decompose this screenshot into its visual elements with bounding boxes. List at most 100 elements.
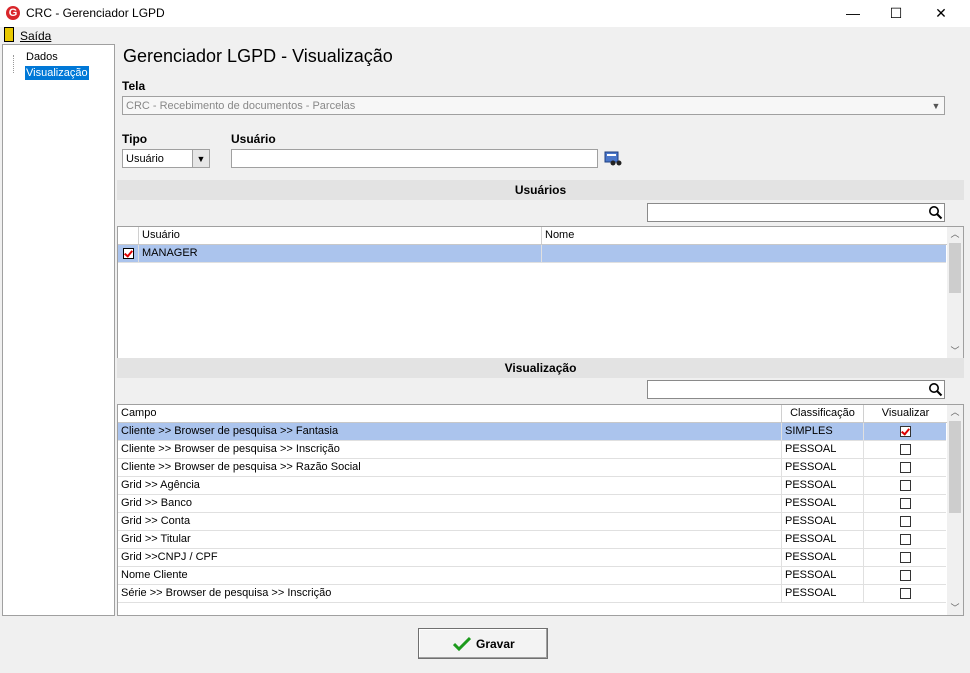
cell-classificacao: PESSOAL [782, 585, 864, 602]
exit-door-icon [4, 27, 14, 42]
table-row[interactable]: Grid >> Banco PESSOAL [118, 495, 946, 513]
usuario-input[interactable] [231, 149, 598, 168]
cell-visualizar [864, 441, 946, 458]
visualizar-checkbox[interactable] [900, 570, 911, 581]
tree-connector [13, 55, 24, 73]
tipo-select[interactable]: Usuário ▼ [122, 149, 210, 168]
cell-visualizar [864, 585, 946, 602]
visualizar-checkbox[interactable] [900, 444, 911, 455]
cell-visualizar [864, 459, 946, 476]
column-header-nome[interactable]: Nome [542, 227, 947, 244]
tela-select[interactable]: CRC - Recebimento de documentos - Parcel… [122, 96, 945, 115]
view-scrollbar[interactable]: ︿ ﹀ [947, 405, 963, 615]
cell-visualizar [864, 477, 946, 494]
users-section-header: Usuários [117, 180, 964, 200]
table-row[interactable]: Nome Cliente PESSOAL [118, 567, 946, 585]
save-button-label: Gravar [476, 637, 515, 651]
column-header-usuario[interactable]: Usuário [139, 227, 542, 244]
table-row[interactable]: Série >> Browser de pesquisa >> Inscriçã… [118, 585, 946, 603]
cell-campo: Grid >> Titular [118, 531, 782, 548]
cell-classificacao: PESSOAL [782, 549, 864, 566]
cell-visualizar [864, 549, 946, 566]
row-checkbox-cell [118, 245, 139, 262]
search-icon[interactable] [928, 205, 943, 220]
usuario-label: Usuário [231, 132, 276, 146]
scroll-up-icon[interactable]: ︿ [947, 405, 963, 419]
cell-campo: Cliente >> Browser de pesquisa >> Razão … [118, 459, 782, 476]
binoculars-search-icon[interactable] [604, 151, 622, 167]
menu-bar [0, 27, 970, 44]
cell-usuario: MANAGER [139, 245, 542, 262]
scroll-thumb[interactable] [949, 421, 961, 513]
users-grid: Usuário Nome MANAGER ︿ ﹀ [117, 226, 964, 359]
visualizar-checkbox[interactable] [900, 498, 911, 509]
cell-classificacao: PESSOAL [782, 531, 864, 548]
table-row[interactable]: MANAGER [118, 245, 946, 263]
visualizar-checkbox[interactable] [900, 462, 911, 473]
save-button[interactable]: Gravar [418, 628, 548, 659]
view-grid: Campo Classificação Visualizar Cliente >… [117, 404, 964, 616]
cell-campo: Grid >>CNPJ / CPF [118, 549, 782, 566]
table-row[interactable]: Grid >> Conta PESSOAL [118, 513, 946, 531]
scroll-thumb[interactable] [949, 243, 961, 293]
cell-campo: Cliente >> Browser de pesquisa >> Fantas… [118, 423, 782, 440]
menu-exit[interactable]: Saída [20, 29, 51, 43]
checkmark-icon [453, 636, 471, 652]
close-button[interactable]: ✕ [918, 0, 964, 27]
visualizar-checkbox[interactable] [900, 480, 911, 491]
visualizar-checkbox[interactable] [900, 588, 911, 599]
tela-value: CRC - Recebimento de documentos - Parcel… [126, 100, 356, 112]
tipo-value: Usuário [126, 153, 164, 165]
cell-nome [542, 245, 946, 262]
cell-campo: Cliente >> Browser de pesquisa >> Inscri… [118, 441, 782, 458]
visualizar-checkbox[interactable] [900, 552, 911, 563]
view-grid-header: Campo Classificação Visualizar [118, 405, 947, 423]
visualizar-checkbox[interactable] [900, 426, 911, 437]
users-scrollbar[interactable]: ︿ ﹀ [947, 227, 963, 358]
cell-campo: Grid >> Conta [118, 513, 782, 530]
users-search-input[interactable] [647, 203, 945, 222]
column-header-classificacao[interactable]: Classificação [782, 405, 864, 422]
table-row[interactable]: Cliente >> Browser de pesquisa >> Fantas… [118, 423, 946, 441]
visualizar-checkbox[interactable] [900, 516, 911, 527]
cell-campo: Série >> Browser de pesquisa >> Inscriçã… [118, 585, 782, 602]
cell-classificacao: SIMPLES [782, 423, 864, 440]
cell-campo: Grid >> Agência [118, 477, 782, 494]
minimize-button[interactable]: — [830, 0, 876, 27]
visualizar-checkbox[interactable] [900, 534, 911, 545]
maximize-button[interactable]: ☐ [873, 0, 919, 27]
tree-item-dados[interactable]: Dados [25, 50, 59, 64]
cell-classificacao: PESSOAL [782, 459, 864, 476]
users-grid-header: Usuário Nome [118, 227, 947, 245]
page-title: Gerenciador LGPD - Visualização [123, 46, 393, 66]
table-row[interactable]: Grid >> Agência PESSOAL [118, 477, 946, 495]
table-row[interactable]: Cliente >> Browser de pesquisa >> Razão … [118, 459, 946, 477]
scroll-down-icon[interactable]: ﹀ [947, 601, 963, 615]
tela-label: Tela [122, 79, 146, 93]
cell-campo: Nome Cliente [118, 567, 782, 584]
scroll-down-icon[interactable]: ﹀ [947, 344, 963, 358]
chevron-down-icon: ▼ [931, 101, 941, 111]
cell-classificacao: PESSOAL [782, 513, 864, 530]
cell-classificacao: PESSOAL [782, 495, 864, 512]
view-search-input[interactable] [647, 380, 945, 399]
row-checkbox[interactable] [123, 248, 134, 259]
cell-campo: Grid >> Banco [118, 495, 782, 512]
table-row[interactable]: Grid >> Titular PESSOAL [118, 531, 946, 549]
window-title: CRC - Gerenciador LGPD [26, 6, 165, 20]
search-icon[interactable] [928, 382, 943, 397]
scroll-up-icon[interactable]: ︿ [947, 227, 963, 241]
tipo-label: Tipo [122, 132, 148, 146]
column-header-campo[interactable]: Campo [118, 405, 782, 422]
cell-classificacao: PESSOAL [782, 441, 864, 458]
table-row[interactable]: Grid >>CNPJ / CPF PESSOAL [118, 549, 946, 567]
table-row[interactable]: Cliente >> Browser de pesquisa >> Inscri… [118, 441, 946, 459]
cell-visualizar [864, 495, 946, 512]
cell-classificacao: PESSOAL [782, 477, 864, 494]
cell-visualizar [864, 531, 946, 548]
column-header-visualizar[interactable]: Visualizar [864, 405, 947, 422]
navigation-tree: Dados Visualização [2, 44, 115, 616]
tree-item-visualizacao[interactable]: Visualização [25, 66, 89, 80]
users-grid-check-header [118, 227, 139, 244]
chevron-down-icon: ▼ [192, 150, 209, 167]
